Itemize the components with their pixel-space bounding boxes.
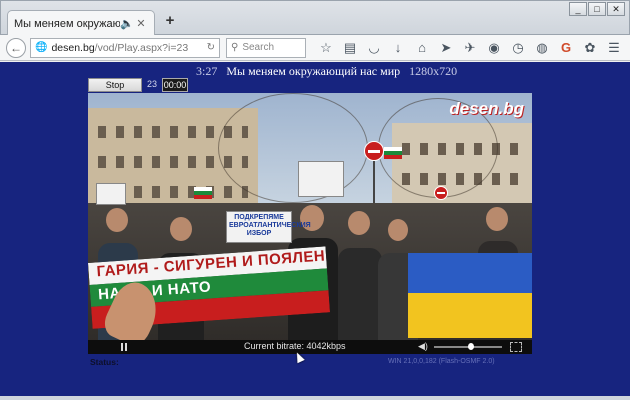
protest-sign [298, 161, 344, 197]
search-placeholder: Search [242, 42, 275, 53]
back-button[interactable]: ← [6, 37, 26, 58]
bitrate-label: Current bitrate: 4042kbps [244, 341, 346, 351]
new-tab-button[interactable]: + [163, 13, 177, 28]
reading-list-icon[interactable]: ▤ [338, 38, 362, 58]
browser-tab[interactable]: Мы меняем окружающий на… 🔈 ✕ [7, 10, 155, 36]
player-controls: Current bitrate: 4042kbps ◀) [88, 340, 532, 354]
bulgarian-flag [384, 147, 402, 159]
window-controls: _ □ ✕ [569, 2, 625, 16]
vpn-icon[interactable]: ◉ [482, 38, 506, 58]
pocket-icon[interactable]: ◡ [362, 38, 386, 58]
send-icon[interactable]: ➤ [434, 38, 458, 58]
tab-title: Мы меняем окружающий на… [14, 17, 120, 30]
close-window-button[interactable]: ✕ [607, 2, 625, 16]
site-identity-icon[interactable]: 🌐 [35, 42, 47, 53]
player-version: WIN 21,0,0,182 (Flash-OSMF 2.0) [388, 358, 495, 365]
url-host: desen.bg [51, 41, 95, 54]
stop-button[interactable]: Stop [88, 78, 142, 92]
bulgarian-flag [194, 187, 212, 199]
video-player[interactable]: ПОДКРЕПЯМЕ ЕВРОАТЛАНТИЧЕСКИЯ ИЗБОР ГАРИЯ… [88, 93, 532, 353]
speaker-icon[interactable]: 🔈 [120, 17, 134, 30]
viewer-counter: 23 [147, 79, 158, 89]
video-resolution: 1280x720 [409, 64, 458, 78]
browser-titlebar: Мы меняем окружающий на… 🔈 ✕ + _ □ ✕ [0, 0, 630, 36]
time-display: 00:00 [162, 78, 188, 92]
video-tree [218, 93, 368, 203]
pause-icon[interactable] [120, 343, 128, 351]
window-border [0, 396, 630, 400]
home-icon[interactable]: ⌂ [410, 38, 434, 58]
download-icon[interactable]: ↓ [386, 38, 410, 58]
protest-sign-main: ПОДКРЕПЯМЕ ЕВРОАТЛАНТИЧЕСКИЯ ИЗБОР [226, 211, 311, 243]
search-icon: ⚲ [231, 42, 239, 53]
channel-watermark: desen.bg [449, 99, 524, 118]
volume-icon[interactable]: ◀) [418, 341, 428, 352]
reload-icon[interactable]: ↻ [207, 42, 215, 53]
no-entry-sign-small [434, 186, 448, 200]
volume-handle[interactable] [468, 343, 475, 350]
star-icon[interactable]: ☆ [314, 38, 338, 58]
no-entry-sign [364, 141, 384, 161]
fullscreen-icon[interactable] [510, 342, 522, 352]
video-duration: 3:27 [196, 64, 218, 78]
ukrainian-flag [408, 253, 532, 338]
navigation-toolbar: ← 🌐 desen.bg/vod/Play.aspx?i=23 ↻ ⚲ Sear… [0, 35, 630, 61]
url-path: /vod/Play.aspx?i=23 [94, 41, 189, 54]
url-text[interactable]: desen.bg/vod/Play.aspx?i=23 [51, 42, 202, 54]
url-bar[interactable]: 🌐 desen.bg/vod/Play.aspx?i=23 ↻ [30, 37, 220, 58]
close-tab-icon[interactable]: ✕ [134, 17, 148, 30]
google-icon[interactable]: G [554, 38, 578, 58]
extension-icon[interactable]: ✈ [458, 38, 482, 58]
search-bar[interactable]: ⚲ Search [226, 37, 306, 58]
video-header: 3:27 Мы меняем окружающий нас мир 1280x7… [196, 64, 457, 79]
toolbar-icons: ☆ ▤ ◡ ↓ ⌂ ➤ ✈ ◉ ◷ ◍ G ✿ ☰ [314, 38, 626, 58]
protest-sign [96, 183, 126, 205]
chat-icon[interactable]: ◍ [530, 38, 554, 58]
minimize-button[interactable]: _ [569, 2, 587, 16]
history-icon[interactable]: ◷ [506, 38, 530, 58]
menu-icon[interactable]: ☰ [602, 38, 626, 58]
addon-icon[interactable]: ✿ [578, 38, 602, 58]
maximize-button[interactable]: □ [588, 2, 606, 16]
video-title: Мы меняем окружающий нас мир [226, 64, 401, 78]
status-label: Status: [90, 357, 119, 367]
